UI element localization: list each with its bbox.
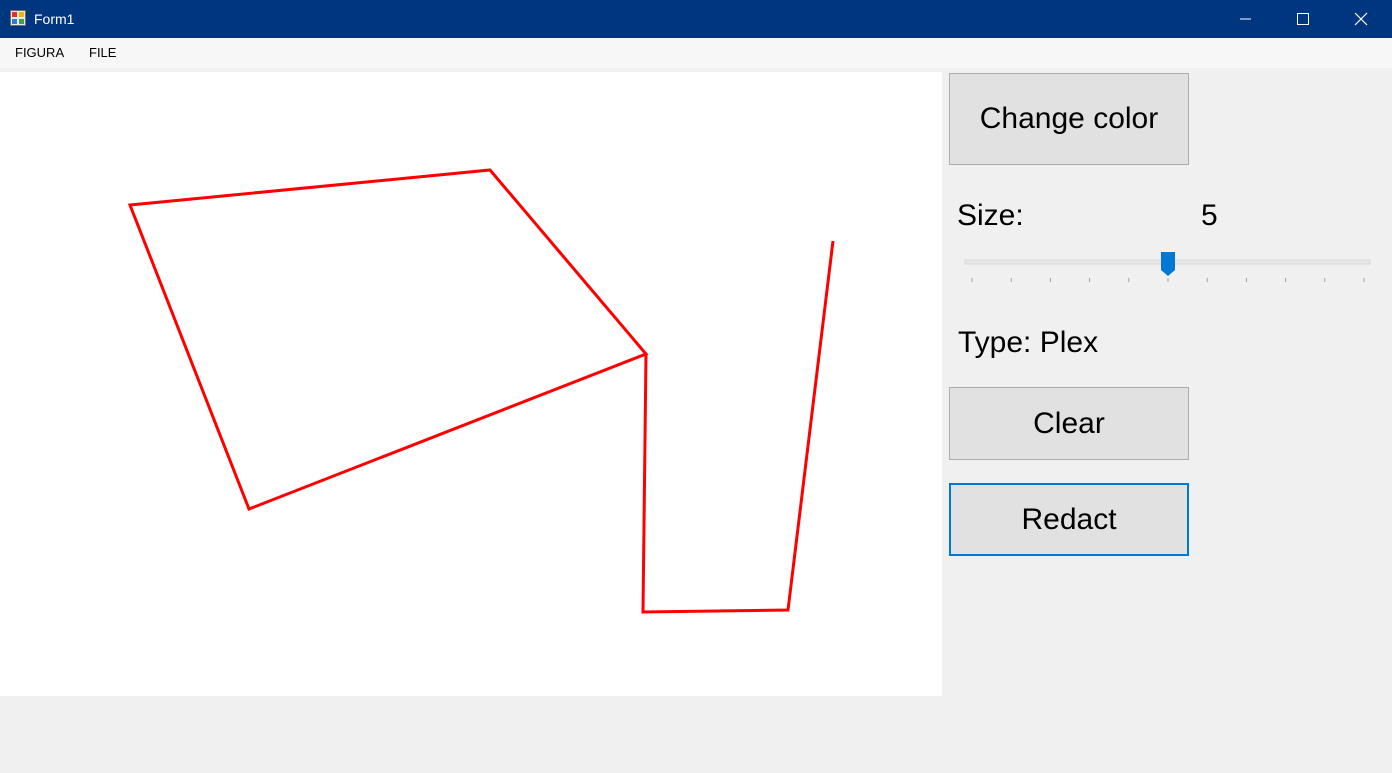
slider-thumb (1161, 252, 1175, 276)
change-color-button[interactable]: Change color (949, 73, 1189, 165)
form-app-icon[interactable] (10, 10, 26, 26)
maximize-icon (1297, 13, 1309, 25)
menu-item-figura[interactable]: FIGURA (15, 45, 64, 61)
menu-bar: FIGURA FILE (0, 38, 1392, 68)
type-label: Type: Plex (958, 326, 1099, 359)
size-value: 5 (1201, 199, 1218, 232)
clear-button[interactable]: Clear (949, 387, 1189, 460)
redact-button[interactable]: Redact (949, 483, 1189, 556)
minimize-icon (1240, 18, 1251, 20)
size-slider[interactable] (960, 248, 1376, 288)
quadrilateral-shape (127, 168, 649, 511)
size-label: Size: (957, 199, 1024, 232)
form-window: Form1 FIGURA FILE Change color Size: 5 T… (0, 0, 1392, 773)
canvas-drawing (127, 168, 835, 614)
close-button[interactable] (1332, 0, 1390, 38)
slider-ticks (971, 278, 1365, 282)
minimize-button[interactable] (1216, 0, 1274, 38)
polyline-shape (641, 240, 835, 614)
size-slider-graphic (964, 252, 1371, 282)
title-bar[interactable]: Form1 (0, 0, 1392, 38)
drawing-canvas[interactable] (0, 72, 942, 696)
menu-item-file[interactable]: FILE (89, 45, 116, 61)
window-title: Form1 (34, 11, 75, 27)
close-icon (1354, 12, 1368, 26)
maximize-button[interactable] (1274, 0, 1332, 38)
